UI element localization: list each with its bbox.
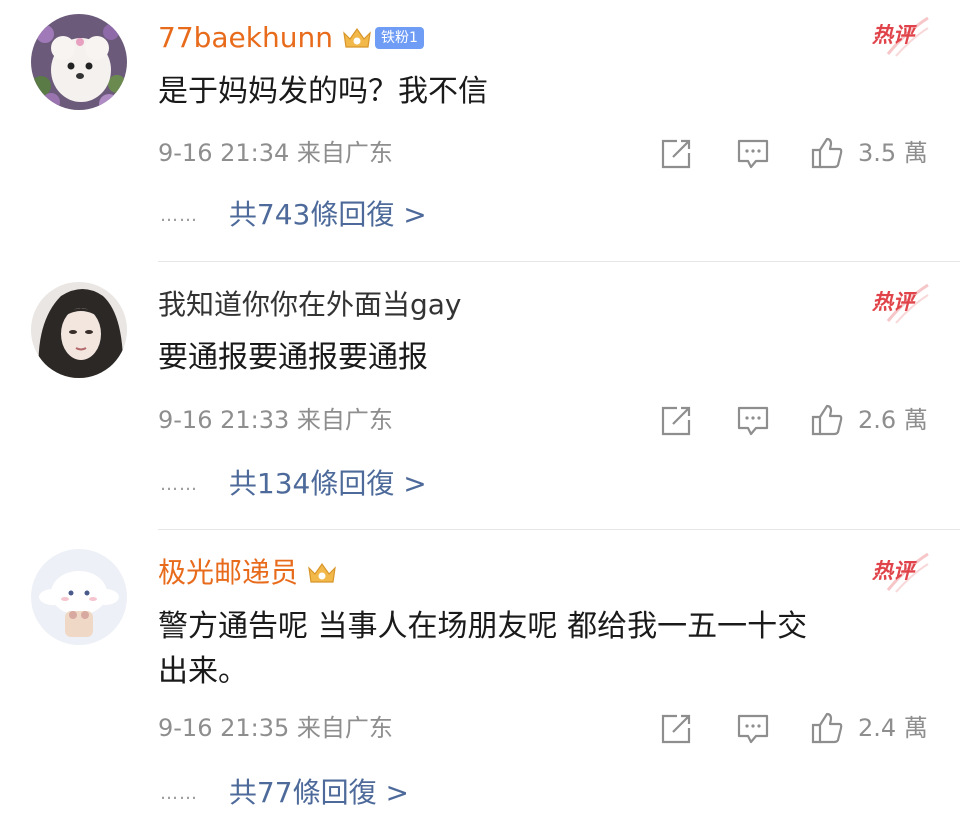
crown-badge-icon [343,27,371,48]
replies-suffix[interactable]: 條回復 > [293,776,409,809]
avatar[interactable] [31,282,127,378]
like-count: 2.6 萬 [858,406,928,434]
view-replies-link[interactable]: …… 共134條回復 > [160,466,427,503]
hot-comment-tag: 热评 [866,14,930,58]
username-text[interactable]: 极光邮递员 [158,555,298,591]
avatar[interactable] [31,14,127,110]
location: 来自广东 [296,714,393,742]
reply-dots: …… [160,205,198,226]
username[interactable]: 我知道你你在外面当gay [158,287,462,323]
username-text[interactable]: 我知道你你在外面当gay [158,287,462,323]
replies-prefix[interactable]: 共 [229,198,257,231]
hot-label: 热评 [872,23,914,47]
username-text[interactable]: 77baekhunn [158,20,333,56]
crown-badge-icon [308,562,336,583]
cinnamoroll-avatar-icon [31,549,127,645]
comment-meta: 9-16 21:34 来自广东 [158,138,393,168]
share-icon[interactable] [659,137,693,171]
comment-content: 警方通告呢 当事人在场朋友呢 都给我一五一十交 出来。 [158,609,808,689]
comment-content: 是于妈妈发的吗？我不信 [158,74,488,109]
divider [158,261,960,262]
share-icon[interactable] [659,404,693,438]
girl-portrait-avatar-icon [31,282,127,378]
view-replies-link[interactable]: …… 共77條回復 > [160,775,409,812]
like-icon[interactable] [810,403,844,437]
share-icon[interactable] [659,712,693,746]
replies-suffix[interactable]: 條回復 > [310,198,426,231]
reply-dots: …… [160,474,198,495]
like-count: 3.5 萬 [858,139,928,167]
hot-comment-tag: 热评 [866,281,930,325]
comment-icon[interactable] [736,712,770,746]
replies-count[interactable]: 77 [257,776,293,809]
replies-prefix[interactable]: 共 [229,467,257,500]
location: 来自广东 [296,406,393,434]
like-count: 2.4 萬 [858,714,928,742]
hot-label: 热评 [872,290,914,314]
replies-prefix[interactable]: 共 [229,776,257,809]
comment-content: 要通报要通报要通报 [158,340,428,375]
location: 来自广东 [296,139,393,167]
view-replies-link[interactable]: …… 共743條回復 > [160,197,427,234]
replies-suffix[interactable]: 條回復 > [310,467,426,500]
hot-label: 热评 [872,559,914,583]
username[interactable]: 极光邮递员 [158,555,338,591]
avatar[interactable] [31,549,127,645]
timestamp: 9-16 21:35 [158,714,290,742]
username[interactable]: 77baekhunn 铁粉1 [158,20,424,56]
hot-comment-tag: 热评 [866,550,930,594]
like-icon[interactable] [810,136,844,170]
replies-count[interactable]: 743 [257,198,310,231]
reply-dots: …… [160,783,198,804]
divider [158,529,960,530]
comment-icon[interactable] [736,404,770,438]
timestamp: 9-16 21:34 [158,139,290,167]
like-icon[interactable] [810,711,844,745]
fan-level-badge: 铁粉1 [375,27,424,49]
comment-meta: 9-16 21:33 来自广东 [158,405,393,435]
replies-count[interactable]: 134 [257,467,310,500]
timestamp: 9-16 21:33 [158,406,290,434]
dog-avatar-icon [31,14,127,110]
comment-meta: 9-16 21:35 来自广东 [158,713,393,743]
comment-icon[interactable] [736,137,770,171]
